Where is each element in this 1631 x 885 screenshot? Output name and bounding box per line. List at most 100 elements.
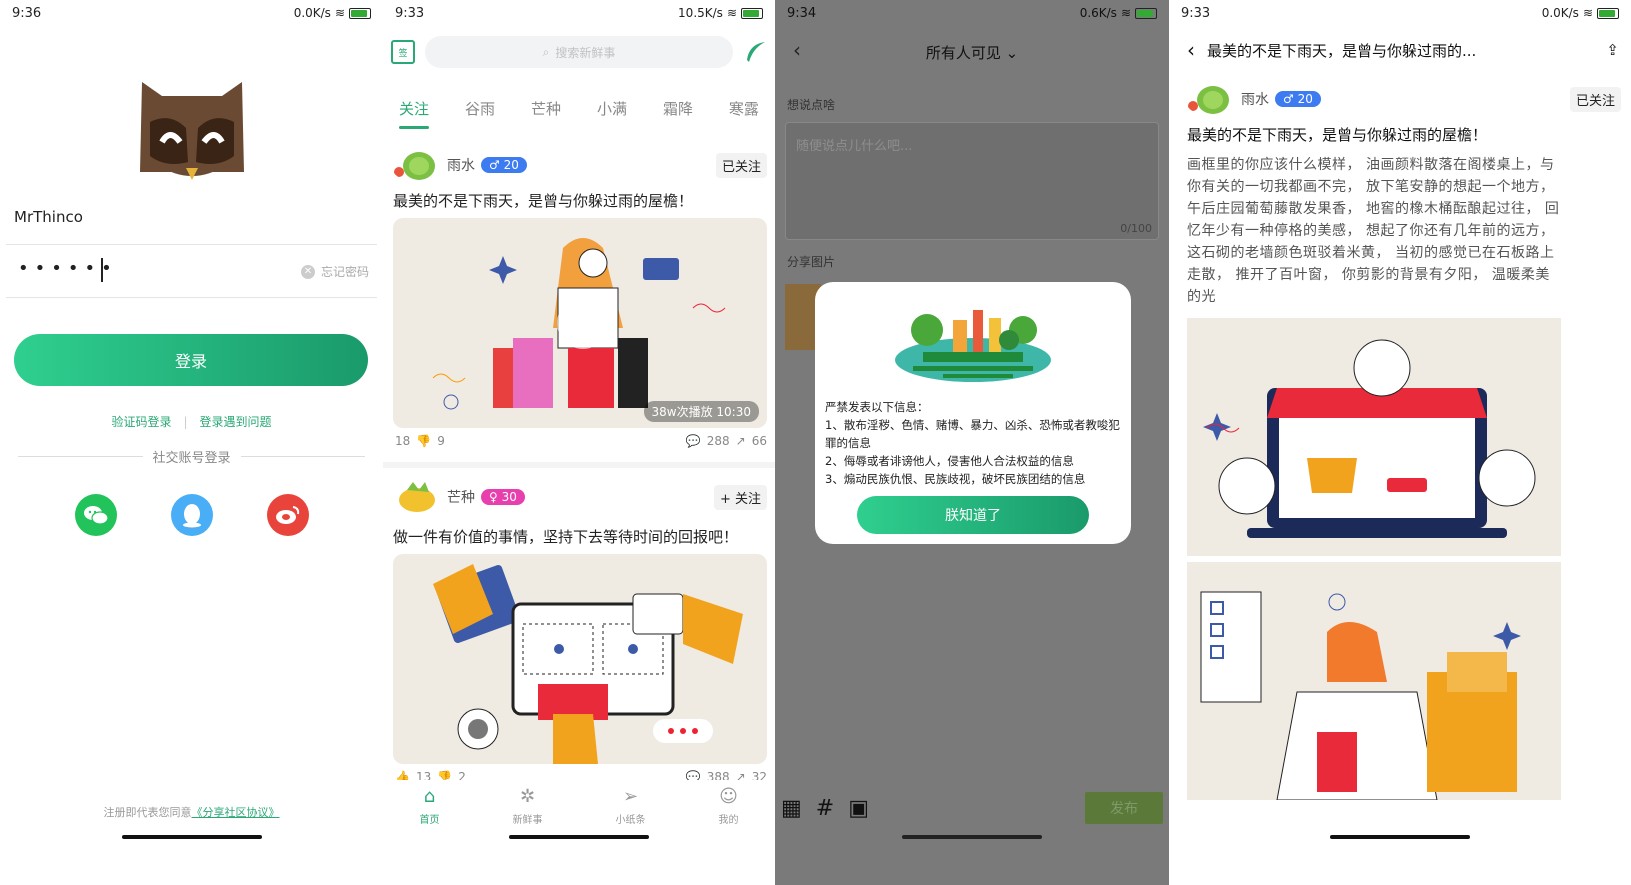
hashtag-icon[interactable]: # bbox=[816, 796, 834, 821]
forgot-password-link[interactable]: 忘记密码 bbox=[321, 263, 369, 280]
rules-text: 严禁发表以下信息： 1、散布淫秽、色情、赌博、暴力、凶杀、恐怖或者教唆犯罪的信息… bbox=[825, 400, 1120, 486]
qq-icon[interactable] bbox=[171, 494, 213, 536]
paper-plane-icon: ➢ bbox=[622, 786, 639, 807]
net-speed: 0.0K/s bbox=[1541, 6, 1579, 20]
tab-hanlu[interactable]: 寒露 bbox=[721, 94, 767, 123]
chevron-down-icon[interactable]: ⌄ bbox=[1001, 44, 1019, 62]
comment-count: 288 bbox=[706, 434, 730, 448]
clear-icon[interactable]: ✕ bbox=[300, 264, 315, 279]
battery-icon bbox=[349, 7, 371, 19]
net-speed: 0.0K/s bbox=[293, 6, 331, 20]
wechat-icon[interactable] bbox=[75, 494, 117, 536]
net-speed: 0.6K/s bbox=[1079, 6, 1117, 20]
image-icon[interactable]: ▣ bbox=[848, 796, 869, 821]
back-icon[interactable]: ‹ bbox=[1187, 38, 1195, 62]
login-problem-link[interactable]: 登录遇到问题 bbox=[200, 415, 272, 429]
visibility-selector[interactable]: 所有人可见 bbox=[926, 44, 1001, 62]
username-field[interactable]: MrThinco bbox=[14, 208, 83, 226]
wifi-icon: ≋ bbox=[726, 6, 737, 20]
login-screen: 9:36 0.0K/s ≋ MrThinco •••••• ✕ 忘记密码 登录 验… bbox=[0, 0, 383, 885]
post-header: 雨水 ♂ 20 已关注 bbox=[1185, 82, 1621, 116]
post-image bbox=[1187, 318, 1561, 556]
tab-mangzhong[interactable]: 芒种 bbox=[523, 94, 569, 123]
tab-following[interactable]: 关注 bbox=[391, 94, 437, 129]
nav-me[interactable]: ☺ 我的 bbox=[719, 786, 739, 840]
grid-icon[interactable]: ▦ bbox=[781, 796, 802, 821]
wifi-icon: ≋ bbox=[334, 6, 345, 20]
online-store-illustration bbox=[1203, 339, 1536, 538]
status-bar: 9:36 0.0K/s ≋ bbox=[0, 0, 383, 26]
share-count: 66 bbox=[751, 434, 767, 448]
category-tabs: 关注 谷雨 芒种 小满 霜降 寒露 bbox=[391, 94, 767, 129]
follow-button[interactable]: 已关注 bbox=[1569, 86, 1621, 112]
user-icon: ☺ bbox=[719, 786, 738, 807]
detail-screen: 9:33 0.0K/s ≋ ‹ 最美的不是下雨天，是曾与你躲过雨的... ⇪ 雨水… bbox=[1169, 0, 1631, 885]
text-cursor bbox=[101, 258, 103, 282]
acknowledge-button[interactable]: 朕知道了 bbox=[857, 496, 1089, 534]
status-bar: 9:33 10.5K/s ≋ bbox=[383, 0, 775, 26]
avatar[interactable] bbox=[391, 480, 441, 514]
home-icon: ⌂ bbox=[423, 786, 436, 807]
island-illustration bbox=[895, 310, 1051, 382]
publish-button[interactable]: 发布 bbox=[1085, 792, 1163, 824]
post-header: 雨水 ♂ 20 已关注 bbox=[391, 148, 767, 182]
status-time: 9:34 bbox=[787, 5, 817, 21]
agreement-link[interactable]: 《分享社区协议》 bbox=[192, 806, 280, 819]
follow-button[interactable]: 已关注 bbox=[715, 152, 767, 178]
calendar-sign-icon[interactable]: 签 bbox=[391, 40, 415, 64]
share-icon[interactable]: ⇪ bbox=[1606, 41, 1619, 59]
tab-shuangjiang[interactable]: 霜降 bbox=[655, 94, 701, 123]
avatar[interactable] bbox=[391, 148, 441, 182]
nav-home[interactable]: ⌂ 首页 bbox=[420, 786, 440, 840]
compose-toolbar: ▦ # ▣ 发布 bbox=[781, 792, 1163, 824]
home-indicator[interactable] bbox=[902, 835, 1042, 839]
battery-icon bbox=[1597, 7, 1619, 19]
nav-fresh[interactable]: ✲ 新鲜事 bbox=[513, 786, 543, 840]
like-count[interactable]: 18 bbox=[395, 434, 410, 448]
author-name[interactable]: 芒种 bbox=[447, 487, 475, 507]
weibo-icon[interactable] bbox=[267, 494, 309, 536]
post-title: 最美的不是下雨天，是曾与你躲过雨的屋檐！ bbox=[1187, 126, 1488, 144]
play-count-badge: 38w次播放 10:30 bbox=[643, 401, 759, 422]
author-name[interactable]: 雨水 bbox=[447, 155, 475, 175]
pinwheel-icon: ✲ bbox=[519, 786, 536, 807]
post-title[interactable]: 做一件有价值的事情，坚持下去等待时间的回报吧！ bbox=[393, 526, 738, 547]
level-badge: ♂ 20 bbox=[1275, 91, 1321, 107]
dislike-icon[interactable]: 👎 bbox=[416, 434, 431, 448]
dislike-count: 9 bbox=[437, 434, 445, 448]
avatar[interactable] bbox=[1185, 82, 1235, 116]
follow-button[interactable]: + 关注 bbox=[713, 484, 767, 510]
comment-icon[interactable]: 💬 bbox=[686, 434, 701, 448]
home-indicator[interactable] bbox=[121, 835, 262, 839]
level-badge: ♂ 20 bbox=[481, 157, 527, 173]
post-title[interactable]: 最美的不是下雨天，是曾与你躲过雨的屋檐！ bbox=[393, 190, 693, 211]
post-image[interactable] bbox=[393, 554, 767, 764]
post-textarea[interactable]: 随便说点儿什么吧... 0/100 bbox=[785, 122, 1159, 240]
tab-xiaoman[interactable]: 小满 bbox=[589, 94, 635, 123]
owl-logo bbox=[140, 82, 244, 180]
post-body: 画框里的你应该什么模样， 油画颜料散落在阁楼桌上，与你有关的一切我都画不完， 放… bbox=[1187, 157, 1560, 305]
video-thumbnail[interactable]: 38w次播放 10:30 bbox=[393, 218, 767, 428]
compose-screen: 9:34 0.6K/s ≋ ‹ 所有人可见 ⌄ 想说点啥 随便说点儿什么吧... … bbox=[775, 0, 1169, 885]
battery-icon bbox=[741, 7, 763, 19]
feed-screen: 9:33 10.5K/s ≋ 签 ⌕ 搜索新鲜事 关注 谷雨 芒种 小满 霜降 寒露… bbox=[383, 0, 775, 885]
char-counter: 0/100 bbox=[1120, 222, 1152, 235]
home-indicator[interactable] bbox=[1330, 835, 1470, 839]
wifi-icon: ≋ bbox=[1582, 6, 1593, 20]
login-button[interactable]: 登录 bbox=[14, 334, 368, 386]
feather-icon[interactable] bbox=[743, 40, 767, 64]
status-bar: 9:34 0.6K/s ≋ bbox=[775, 0, 1169, 26]
social-login-title: 社交账号登录 bbox=[152, 451, 231, 466]
tab-guyu[interactable]: 谷雨 bbox=[457, 94, 503, 123]
status-time: 9:36 bbox=[12, 5, 42, 21]
battery-icon bbox=[1135, 7, 1157, 19]
shopping-illustration bbox=[432, 238, 726, 410]
home-indicator[interactable] bbox=[509, 835, 649, 839]
search-placeholder: 搜索新鲜事 bbox=[555, 45, 616, 60]
header-title: 最美的不是下雨天，是曾与你躲过雨的... bbox=[1207, 41, 1477, 60]
sms-login-link[interactable]: 验证码登录 bbox=[111, 415, 171, 429]
share-icon[interactable]: ↗ bbox=[736, 434, 746, 448]
search-input[interactable]: ⌕ 搜索新鲜事 bbox=[425, 36, 733, 68]
nav-notes[interactable]: ➢ 小纸条 bbox=[616, 786, 646, 840]
author-name[interactable]: 雨水 bbox=[1241, 89, 1269, 109]
